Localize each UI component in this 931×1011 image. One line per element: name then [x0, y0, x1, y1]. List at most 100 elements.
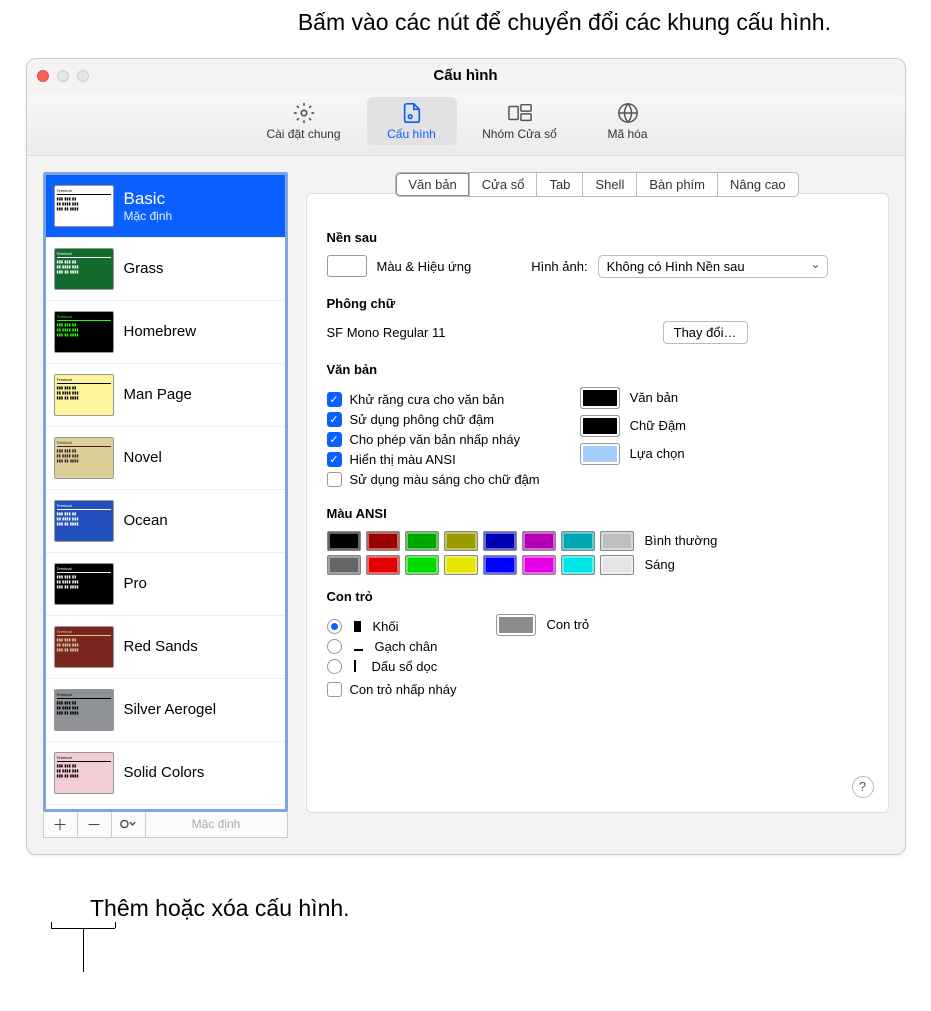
change-font-button[interactable]: Thay đổi…	[663, 321, 748, 344]
profile-row-basic[interactable]: Terminal▮▮▮ ▮▮▮ ▮▮▮▮ ▮▮▮▮ ▮▮▮▮▮▮ ▮▮ ▮▮▮▮…	[46, 175, 285, 238]
annotation-top: Bấm vào các nút để chuyển đổi các khung …	[0, 8, 831, 38]
section-ansi: Màu ANSI	[327, 506, 868, 521]
ansi-normal-row: Bình thường	[327, 531, 868, 551]
ansi-row-label: Sáng	[645, 557, 675, 572]
callout-tick	[51, 922, 52, 928]
text-panel: Nền sau Màu & Hiệu ứng Hình ảnh: Không c…	[306, 193, 889, 813]
toolbar-profiles[interactable]: Cấu hình	[367, 97, 457, 145]
profile-row-homebrew[interactable]: Terminal▮▮▮ ▮▮▮ ▮▮▮▮ ▮▮▮▮ ▮▮▮▮▮▮ ▮▮ ▮▮▮▮…	[46, 301, 285, 364]
ansi-swatch[interactable]	[405, 555, 439, 575]
cursor-color-label: Con trỏ	[546, 617, 589, 632]
tab-advanced[interactable]: Nâng cao	[718, 172, 799, 197]
blink-label: Cho phép văn bản nhấp nháy	[350, 432, 521, 447]
cursor-block-radio[interactable]	[327, 619, 342, 634]
background-image-select[interactable]: Không có Hình Nền sau	[598, 255, 828, 278]
underline-cursor-icon	[354, 641, 363, 651]
profile-row-man-page[interactable]: Terminal▮▮▮ ▮▮▮ ▮▮▮▮ ▮▮▮▮ ▮▮▮▮▮▮ ▮▮ ▮▮▮▮…	[46, 364, 285, 427]
profile-name: Man Page	[124, 386, 192, 403]
profile-thumb: Terminal▮▮▮ ▮▮▮ ▮▮▮▮ ▮▮▮▮ ▮▮▮▮▮▮ ▮▮ ▮▮▮▮	[54, 437, 114, 479]
profile-name: Solid Colors	[124, 764, 205, 781]
ansi-swatch[interactable]	[600, 555, 634, 575]
ansi-swatch[interactable]	[561, 555, 595, 575]
selection-label: Lựa chọn	[630, 446, 685, 461]
profile-row-pro[interactable]: Terminal▮▮▮ ▮▮▮ ▮▮▮▮ ▮▮▮▮ ▮▮▮▮▮▮ ▮▮ ▮▮▮▮…	[46, 553, 285, 616]
color-effects-label: Màu & Hiệu ứng	[377, 259, 472, 274]
profile-actions-menu[interactable]	[112, 812, 146, 837]
profile-row-solid-colors[interactable]: Terminal▮▮▮ ▮▮▮ ▮▮▮▮ ▮▮▮▮ ▮▮▮▮▮▮ ▮▮ ▮▮▮▮…	[46, 742, 285, 805]
cursor-vbar-label: Dấu sổ dọc	[372, 659, 438, 674]
tab-tab[interactable]: Tab	[537, 172, 583, 197]
section-text: Văn bản	[327, 362, 868, 377]
remove-profile-button[interactable]: －	[78, 812, 112, 837]
tab-window[interactable]: Cửa sổ	[470, 172, 538, 197]
cursor-block-label: Khối	[373, 619, 399, 634]
profile-row-red-sands[interactable]: Terminal▮▮▮ ▮▮▮ ▮▮▮▮ ▮▮▮▮ ▮▮▮▮▮▮ ▮▮ ▮▮▮▮…	[46, 616, 285, 679]
globe-icon	[585, 101, 671, 125]
profile-row-grass[interactable]: Terminal▮▮▮ ▮▮▮ ▮▮▮▮ ▮▮▮▮ ▮▮▮▮▮▮ ▮▮ ▮▮▮▮…	[46, 238, 285, 301]
blink-checkbox[interactable]: ✓	[327, 432, 342, 447]
cursor-underline-label: Gạch chân	[375, 639, 438, 654]
ansi-swatch[interactable]	[366, 531, 400, 551]
windows-icon	[477, 101, 563, 125]
ansi-swatch[interactable]	[600, 531, 634, 551]
cursor-blink-label: Con trỏ nhấp nháy	[350, 682, 457, 697]
profile-row-ocean[interactable]: Terminal▮▮▮ ▮▮▮ ▮▮▮▮ ▮▮▮▮ ▮▮▮▮▮▮ ▮▮ ▮▮▮▮…	[46, 490, 285, 553]
tab-keyboard[interactable]: Bàn phím	[637, 172, 718, 197]
profile-name: Novel	[124, 449, 162, 466]
tab-shell[interactable]: Shell	[583, 172, 637, 197]
doc-gear-icon	[369, 101, 455, 125]
image-label: Hình ảnh:	[531, 259, 587, 274]
profile-thumb: Terminal▮▮▮ ▮▮▮ ▮▮▮▮ ▮▮▮▮ ▮▮▮▮▮▮ ▮▮ ▮▮▮▮	[54, 689, 114, 731]
cursor-underline-radio[interactable]	[327, 639, 342, 654]
ansi-swatch[interactable]	[444, 555, 478, 575]
toolbar-window-groups-label: Nhóm Cửa sổ	[477, 127, 563, 141]
toolbar-general[interactable]: Cài đặt chung	[259, 97, 349, 145]
profile-thumb: Terminal▮▮▮ ▮▮▮ ▮▮▮▮ ▮▮▮▮ ▮▮▮▮▮▮ ▮▮ ▮▮▮▮	[54, 248, 114, 290]
profile-list[interactable]: Terminal▮▮▮ ▮▮▮ ▮▮▮▮ ▮▮▮▮ ▮▮▮▮▮▮ ▮▮ ▮▮▮▮…	[43, 172, 288, 812]
profile-row-novel[interactable]: Terminal▮▮▮ ▮▮▮ ▮▮▮▮ ▮▮▮▮ ▮▮▮▮▮▮ ▮▮ ▮▮▮▮…	[46, 427, 285, 490]
font-value: SF Mono Regular 11	[327, 325, 446, 340]
toolbar-encodings[interactable]: Mã hóa	[583, 97, 673, 145]
ansi-swatch[interactable]	[561, 531, 595, 551]
profile-thumb: Terminal▮▮▮ ▮▮▮ ▮▮▮▮ ▮▮▮▮ ▮▮▮▮▮▮ ▮▮ ▮▮▮▮	[54, 626, 114, 668]
ansi-swatch[interactable]	[327, 555, 361, 575]
add-profile-button[interactable]: ＋	[44, 812, 78, 837]
text-color-well[interactable]	[580, 387, 620, 409]
profile-thumb: Terminal▮▮▮ ▮▮▮ ▮▮▮▮ ▮▮▮▮ ▮▮▮▮▮▮ ▮▮ ▮▮▮▮	[54, 752, 114, 794]
background-color-well[interactable]	[327, 255, 367, 277]
gear-icon	[261, 101, 347, 125]
ansi-swatch[interactable]	[327, 531, 361, 551]
ansi-swatch[interactable]	[522, 555, 556, 575]
ansi-swatch[interactable]	[444, 531, 478, 551]
tab-text[interactable]: Văn bản	[395, 172, 469, 197]
ansi-bright-row: Sáng	[327, 555, 868, 575]
default-button[interactable]: Mặc định	[146, 812, 287, 837]
bold-color-well[interactable]	[580, 415, 620, 437]
profile-subtitle: Mặc định	[124, 209, 173, 223]
bright-bold-checkbox[interactable]	[327, 472, 342, 487]
callout-line	[83, 928, 84, 972]
selection-color-well[interactable]	[580, 443, 620, 465]
toolbar-profiles-label: Cấu hình	[369, 127, 455, 141]
ansi-swatch[interactable]	[483, 531, 517, 551]
ansi-swatch[interactable]	[522, 531, 556, 551]
ansi-swatch[interactable]	[366, 555, 400, 575]
profile-name: Homebrew	[124, 323, 197, 340]
profile-name: Ocean	[124, 512, 168, 529]
annotation-bottom: Thêm hoặc xóa cấu hình.	[90, 895, 931, 922]
ansi-swatch[interactable]	[483, 555, 517, 575]
ansi-swatch[interactable]	[405, 531, 439, 551]
cursor-color-well[interactable]	[496, 614, 536, 636]
window-title: Cấu hình	[27, 67, 905, 84]
help-button[interactable]: ?	[852, 776, 874, 798]
antialias-checkbox[interactable]: ✓	[327, 392, 342, 407]
ansi-checkbox[interactable]: ✓	[327, 452, 342, 467]
cursor-vbar-radio[interactable]	[327, 659, 342, 674]
toolbar-window-groups[interactable]: Nhóm Cửa sổ	[475, 97, 565, 145]
callout-tick	[115, 922, 116, 928]
vbar-cursor-icon	[354, 660, 360, 672]
bold-fonts-checkbox[interactable]: ✓	[327, 412, 342, 427]
block-cursor-icon	[354, 621, 361, 632]
cursor-blink-checkbox[interactable]	[327, 682, 342, 697]
profile-row-silver-aerogel[interactable]: Terminal▮▮▮ ▮▮▮ ▮▮▮▮ ▮▮▮▮ ▮▮▮▮▮▮ ▮▮ ▮▮▮▮…	[46, 679, 285, 742]
